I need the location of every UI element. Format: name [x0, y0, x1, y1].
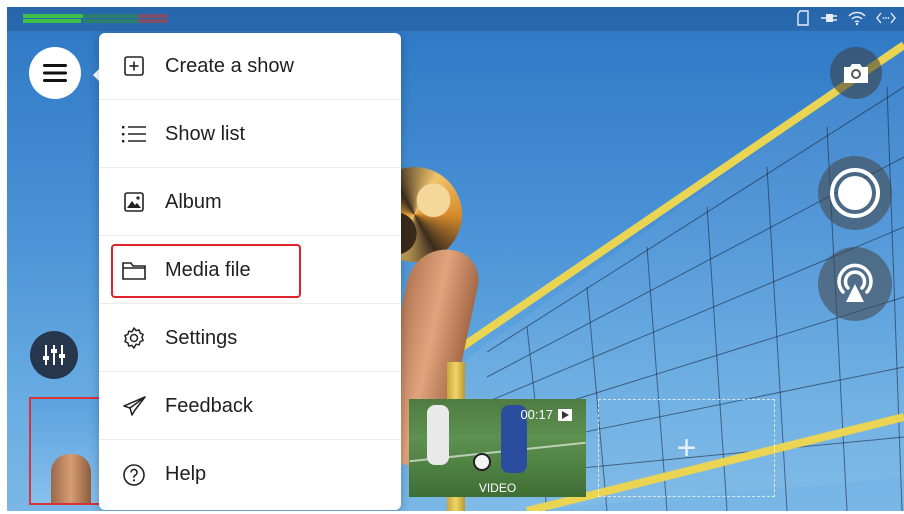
main-menu-dropdown: Create a show Show list Album Media file: [99, 33, 401, 510]
audio-level-meter: [23, 14, 183, 24]
list-icon: [120, 120, 148, 148]
video-duration-text: 00:17: [520, 407, 553, 422]
hamburger-icon: [43, 64, 67, 82]
add-icon: +: [676, 428, 697, 467]
menu-item-media-file[interactable]: Media file: [99, 237, 401, 304]
help-circle-icon: [120, 461, 148, 489]
broadcast-icon: [837, 263, 873, 302]
video-type-label: VIDEO: [478, 481, 517, 495]
menu-item-show-list[interactable]: Show list: [99, 101, 401, 168]
menu-item-label: Show list: [165, 122, 246, 145]
menu-item-label: Help: [165, 463, 207, 485]
send-icon: [120, 392, 148, 420]
gear-icon: [120, 324, 148, 352]
audio-mixer-button[interactable]: [30, 331, 78, 379]
video-source-thumbnail[interactable]: 00:17 VIDEO: [409, 399, 586, 497]
live-stream-button[interactable]: [818, 247, 892, 321]
video-duration: 00:17: [520, 407, 572, 422]
status-bar: [7, 7, 904, 31]
menu-item-help[interactable]: Help: [99, 441, 401, 508]
record-button[interactable]: [818, 156, 892, 230]
menu-item-label: Feedback: [165, 394, 253, 417]
record-icon: [830, 168, 880, 218]
menu-item-label: Create a show: [165, 54, 294, 77]
camera-preview-screen: 00:17 VIDEO + Create a show Show list Al…: [7, 7, 904, 511]
status-icons: [796, 10, 896, 29]
wifi-icon: [848, 10, 866, 29]
sliders-icon: [43, 345, 65, 365]
plus-square-icon: [120, 52, 148, 80]
selected-source-thumbnail[interactable]: [29, 397, 109, 505]
add-source-button[interactable]: +: [598, 399, 775, 497]
menu-item-feedback[interactable]: Feedback: [99, 373, 401, 440]
menu-item-label: Album: [165, 190, 222, 213]
menu-item-album[interactable]: Album: [99, 169, 401, 236]
code-icon: [876, 10, 896, 29]
play-icon: [558, 408, 572, 421]
camera-icon: [844, 64, 868, 83]
plug-icon: [820, 10, 838, 29]
menu-item-label: Settings: [165, 326, 238, 349]
menu-item-create-show[interactable]: Create a show: [99, 33, 401, 100]
sd-card-icon: [796, 10, 810, 29]
highlight-box: [111, 244, 301, 298]
menu-button[interactable]: [29, 47, 81, 99]
image-icon: [120, 188, 148, 216]
menu-item-settings[interactable]: Settings: [99, 305, 401, 372]
camera-snapshot-button[interactable]: [830, 47, 882, 99]
